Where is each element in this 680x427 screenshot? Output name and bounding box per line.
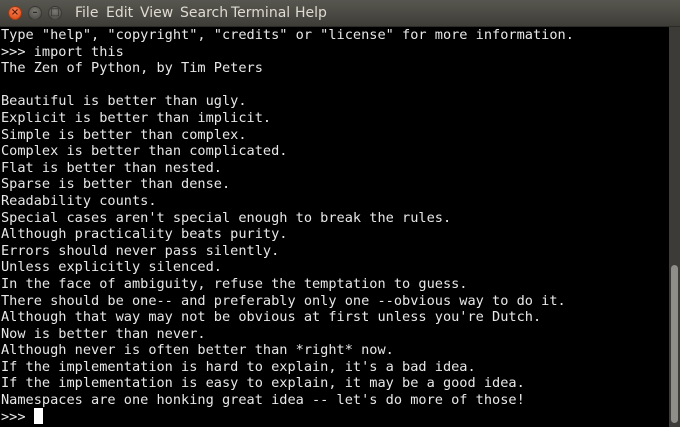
- output-line: >>> import this: [1, 43, 124, 60]
- scrollbar[interactable]: [669, 27, 680, 427]
- output-line: Errors should never pass silently.: [1, 242, 280, 259]
- output-line: In the face of ambiguity, refuse the tem…: [1, 275, 468, 292]
- maximize-icon[interactable]: □: [48, 6, 62, 20]
- output-line: If the implementation is hard to explain…: [1, 358, 476, 375]
- output-line: Although never is often better than *rig…: [1, 342, 394, 359]
- terminal-output[interactable]: Type "help", "copyright", "credits" or "…: [0, 27, 669, 427]
- menu-terminal[interactable]: Terminal: [231, 0, 290, 27]
- output-line: Readability counts.: [1, 192, 157, 209]
- menu-help[interactable]: Help: [295, 0, 327, 27]
- terminal-window: × – □ File Edit View Search Terminal Hel…: [0, 0, 680, 427]
- text-cursor: [33, 408, 43, 424]
- output-line: Now is better than never.: [1, 325, 206, 342]
- output-line: The Zen of Python, by Tim Peters: [1, 60, 263, 77]
- output-line: Special cases aren't special enough to b…: [1, 209, 452, 226]
- output-line: If the implementation is easy to explain…: [1, 375, 525, 392]
- close-icon[interactable]: ×: [8, 6, 22, 20]
- output-line: Flat is better than nested.: [1, 159, 222, 176]
- menu-view[interactable]: View: [140, 0, 173, 27]
- input-prompt-line[interactable]: >>>: [1, 408, 43, 425]
- output-line: Complex is better than complicated.: [1, 143, 288, 160]
- output-line: Explicit is better than implicit.: [1, 109, 272, 126]
- output-line: There should be one-- and preferably onl…: [1, 292, 566, 309]
- output-line: [1, 77, 574, 94]
- output-line: Simple is better than complex.: [1, 126, 247, 143]
- output-line: Sparse is better than dense.: [1, 176, 231, 193]
- output-line: Beautiful is better than ugly.: [1, 93, 247, 110]
- output-line: Type "help", "copyright", "credits" or "…: [1, 27, 574, 43]
- output-line: Although that way may not be obvious at …: [1, 309, 542, 326]
- output-lines: Type "help", "copyright", "credits" or "…: [1, 27, 574, 409]
- output-line: Although practicality beats purity.: [1, 226, 288, 243]
- menu-search[interactable]: Search: [180, 0, 228, 27]
- output-line: Namespaces are one honking great idea --…: [1, 392, 525, 409]
- minimize-icon[interactable]: –: [28, 6, 42, 20]
- menu-bar: × – □ File Edit View Search Terminal Hel…: [0, 0, 680, 27]
- output-line: Unless explicitly silenced.: [1, 259, 222, 276]
- menu-file[interactable]: File: [75, 0, 98, 27]
- prompt-text: >>>: [1, 409, 34, 425]
- scrollbar-thumb[interactable]: [671, 265, 678, 423]
- menu-edit[interactable]: Edit: [106, 0, 133, 27]
